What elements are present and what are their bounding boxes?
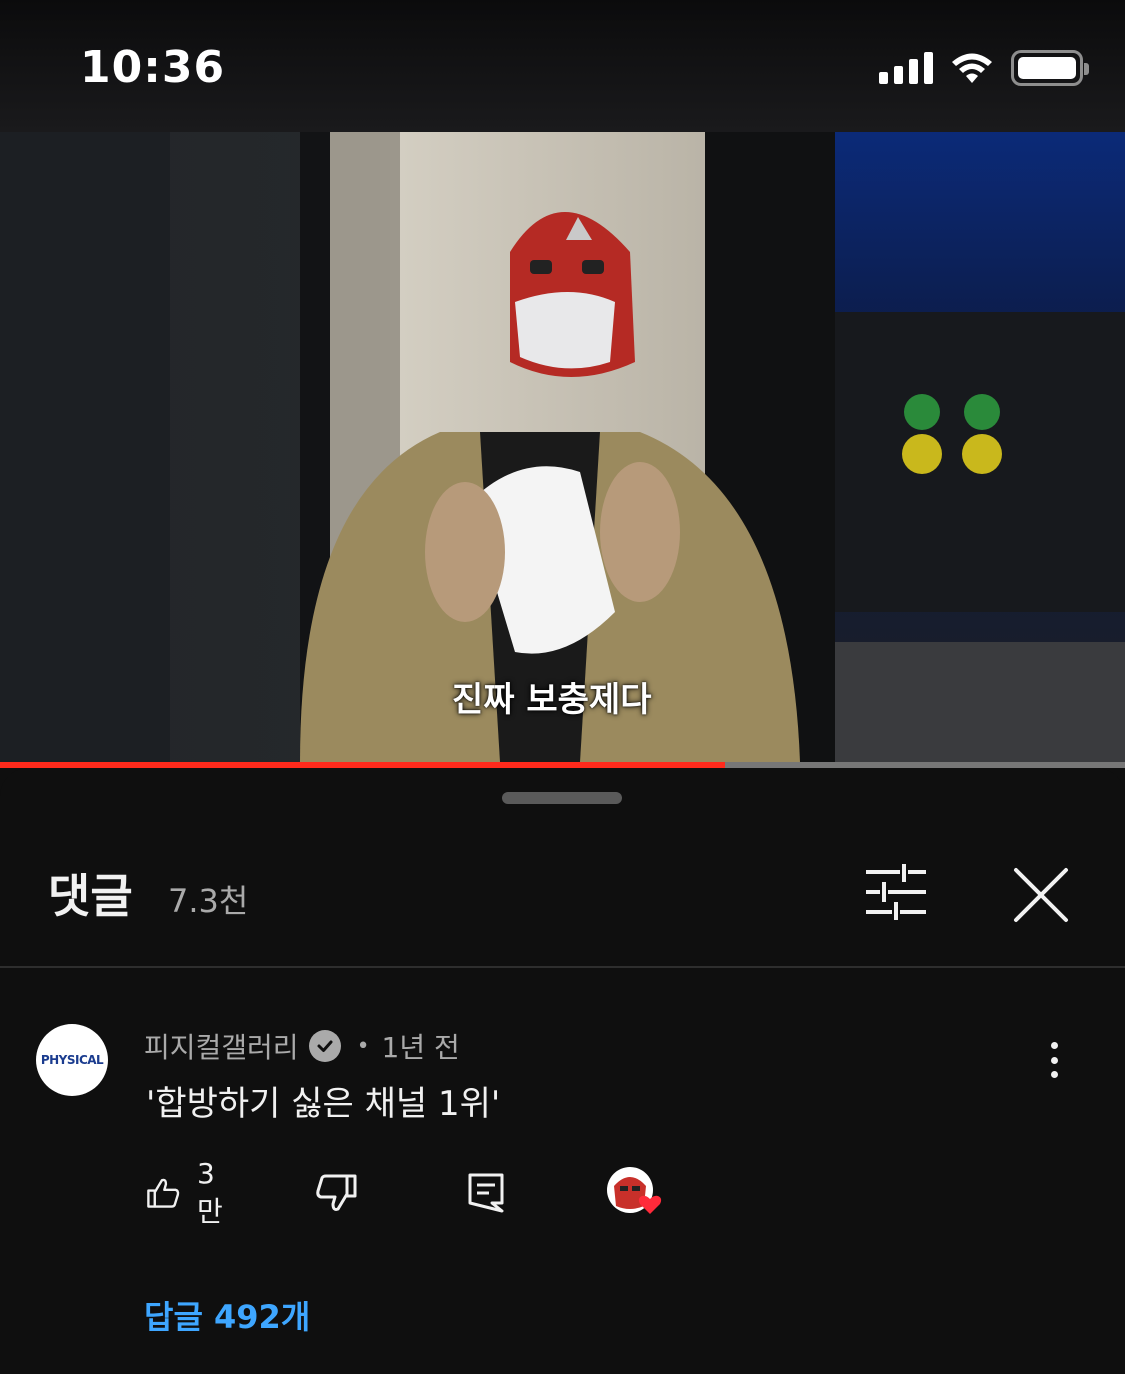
status-bar: 10:36 [0, 0, 1125, 132]
more-vert-icon[interactable] [1034, 1038, 1074, 1082]
filter-button[interactable] [862, 862, 932, 922]
thumb-up-icon [147, 1178, 180, 1208]
header-divider [0, 966, 1125, 968]
status-time: 10:36 [80, 42, 226, 93]
video-frame [0, 132, 1125, 762]
verified-check-icon [308, 1030, 341, 1062]
wifi-icon [952, 53, 992, 83]
thumb-down-icon [316, 1174, 357, 1211]
battery-icon [1011, 50, 1089, 86]
avatar-logo-text: PHYSICAL [40, 1053, 104, 1067]
video-subtitle: 진짜 보충제다 [452, 680, 652, 720]
close-button[interactable] [1008, 862, 1074, 928]
comments-title: 댓글 [48, 869, 133, 923]
channel-name[interactable]: 피지컬갤러리 [144, 1026, 299, 1066]
filter-sliders-icon [866, 862, 926, 922]
comment-meta: 피지컬갤러리 • 1년 전 [144, 1026, 460, 1066]
close-icon [1014, 868, 1068, 922]
status-icons [879, 48, 1089, 88]
drag-handle[interactable] [502, 792, 622, 804]
creator-heart-icon [604, 1166, 674, 1226]
comment-time: 1년 전 [381, 1031, 460, 1064]
reply-button[interactable] [466, 1168, 506, 1218]
view-replies-button[interactable]: 답글 492개 [144, 1292, 310, 1338]
like-count: 3만 [197, 1156, 223, 1228]
dislike-button[interactable] [314, 1168, 358, 1218]
comments-count: 7.3천 [168, 882, 249, 920]
reply-icon [468, 1173, 504, 1213]
video-player[interactable]: 진짜 보충제다 [0, 132, 1125, 762]
like-button[interactable]: 3만 [146, 1157, 232, 1228]
comments-sheet: 댓글 7.3천 PHYSICAL 피지컬갤러리 • 1년 전 '합방하기 싫은 … [0, 768, 1125, 1374]
comment-text: '합방하기 싫은 채널 1위' [146, 1084, 501, 1124]
meta-separator: • [356, 1033, 370, 1059]
channel-avatar[interactable]: PHYSICAL [36, 1024, 108, 1096]
signal-icon [879, 52, 933, 84]
